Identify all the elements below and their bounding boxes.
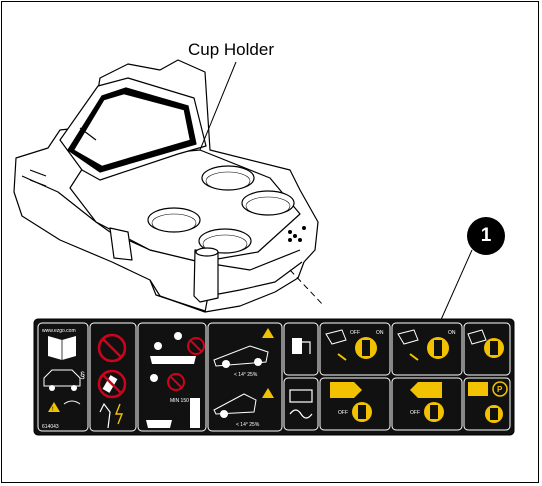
decal-website-text: www.ezgo.com xyxy=(42,328,76,334)
decal-slope-2: < 14° 25% xyxy=(236,422,260,428)
svg-text:OFF: OFF xyxy=(410,410,420,416)
line-art: www.ezgo.com § ! 614043 MIN 150 < 14° 25… xyxy=(13,59,515,436)
item-leader-line xyxy=(439,249,473,323)
decal-panel-key-switches: ON OFF ON xyxy=(319,322,511,376)
decal-panel-manual: www.ezgo.com § ! 614043 xyxy=(37,322,89,432)
decal-panel-direction-switches: OFF OFF P xyxy=(319,377,511,431)
svg-text:ON: ON xyxy=(448,330,456,336)
decal-part-number: 614043 xyxy=(42,424,59,430)
decal-panel-prohibitions xyxy=(89,322,137,432)
decal-min-label: MIN 150 xyxy=(170,398,189,404)
cup-holder-diagram: www.ezgo.com § ! 614043 MIN 150 < 14° 25… xyxy=(0,0,542,486)
decal-panel-slope: < 14° 25% < 14° 25% xyxy=(207,322,283,432)
cup-holder-label: Cup Holder xyxy=(188,40,274,59)
cup-holder-tray xyxy=(13,59,319,313)
item-number-badge: 1 xyxy=(467,217,505,255)
decal-slope-1: < 14° 25% xyxy=(234,372,258,378)
svg-text:OFF: OFF xyxy=(350,330,360,336)
decal-section-symbol: § xyxy=(80,370,85,380)
svg-text:ON: ON xyxy=(376,330,384,336)
decal-park-letter: P xyxy=(497,385,503,394)
svg-text:OFF: OFF xyxy=(338,410,348,416)
warning-decal: www.ezgo.com § ! 614043 MIN 150 < 14° 25… xyxy=(33,318,515,436)
decal-panel-seating: MIN 150 xyxy=(137,322,207,432)
